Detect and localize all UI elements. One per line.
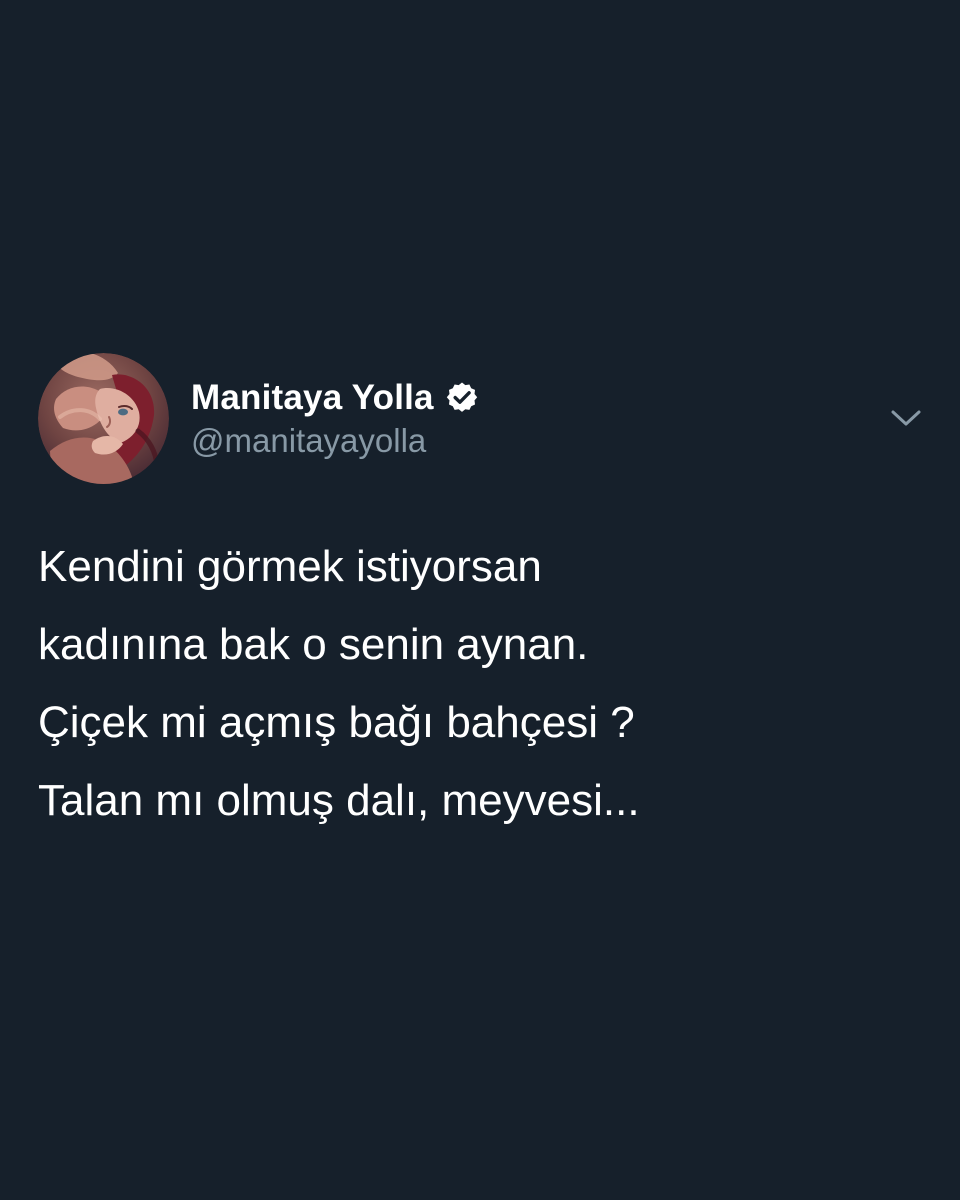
tweet-text-line: Talan mı olmuş dalı, meyvesi... xyxy=(38,776,640,825)
tweet-text-line: kadınına bak o senin aynan. xyxy=(38,620,589,669)
author-name-row: Manitaya Yolla xyxy=(191,376,480,420)
tweet-text-line: Kendini görmek istiyorsan xyxy=(38,542,542,591)
user-handle[interactable]: @manitayayolla xyxy=(191,422,426,460)
tweet-text: Kendini görmek istiyorsan kadınına bak o… xyxy=(38,528,918,840)
avatar-image xyxy=(38,353,169,484)
display-name[interactable]: Manitaya Yolla xyxy=(191,378,434,418)
tweet-text-line: Çiçek mi açmış bağı bahçesi ? xyxy=(38,698,635,747)
avatar[interactable] xyxy=(38,353,169,484)
tweet-card: Manitaya Yolla @manitayayolla Kendini gö… xyxy=(0,0,960,1200)
verified-badge-icon xyxy=(444,380,480,416)
chevron-down-icon[interactable] xyxy=(888,404,924,432)
